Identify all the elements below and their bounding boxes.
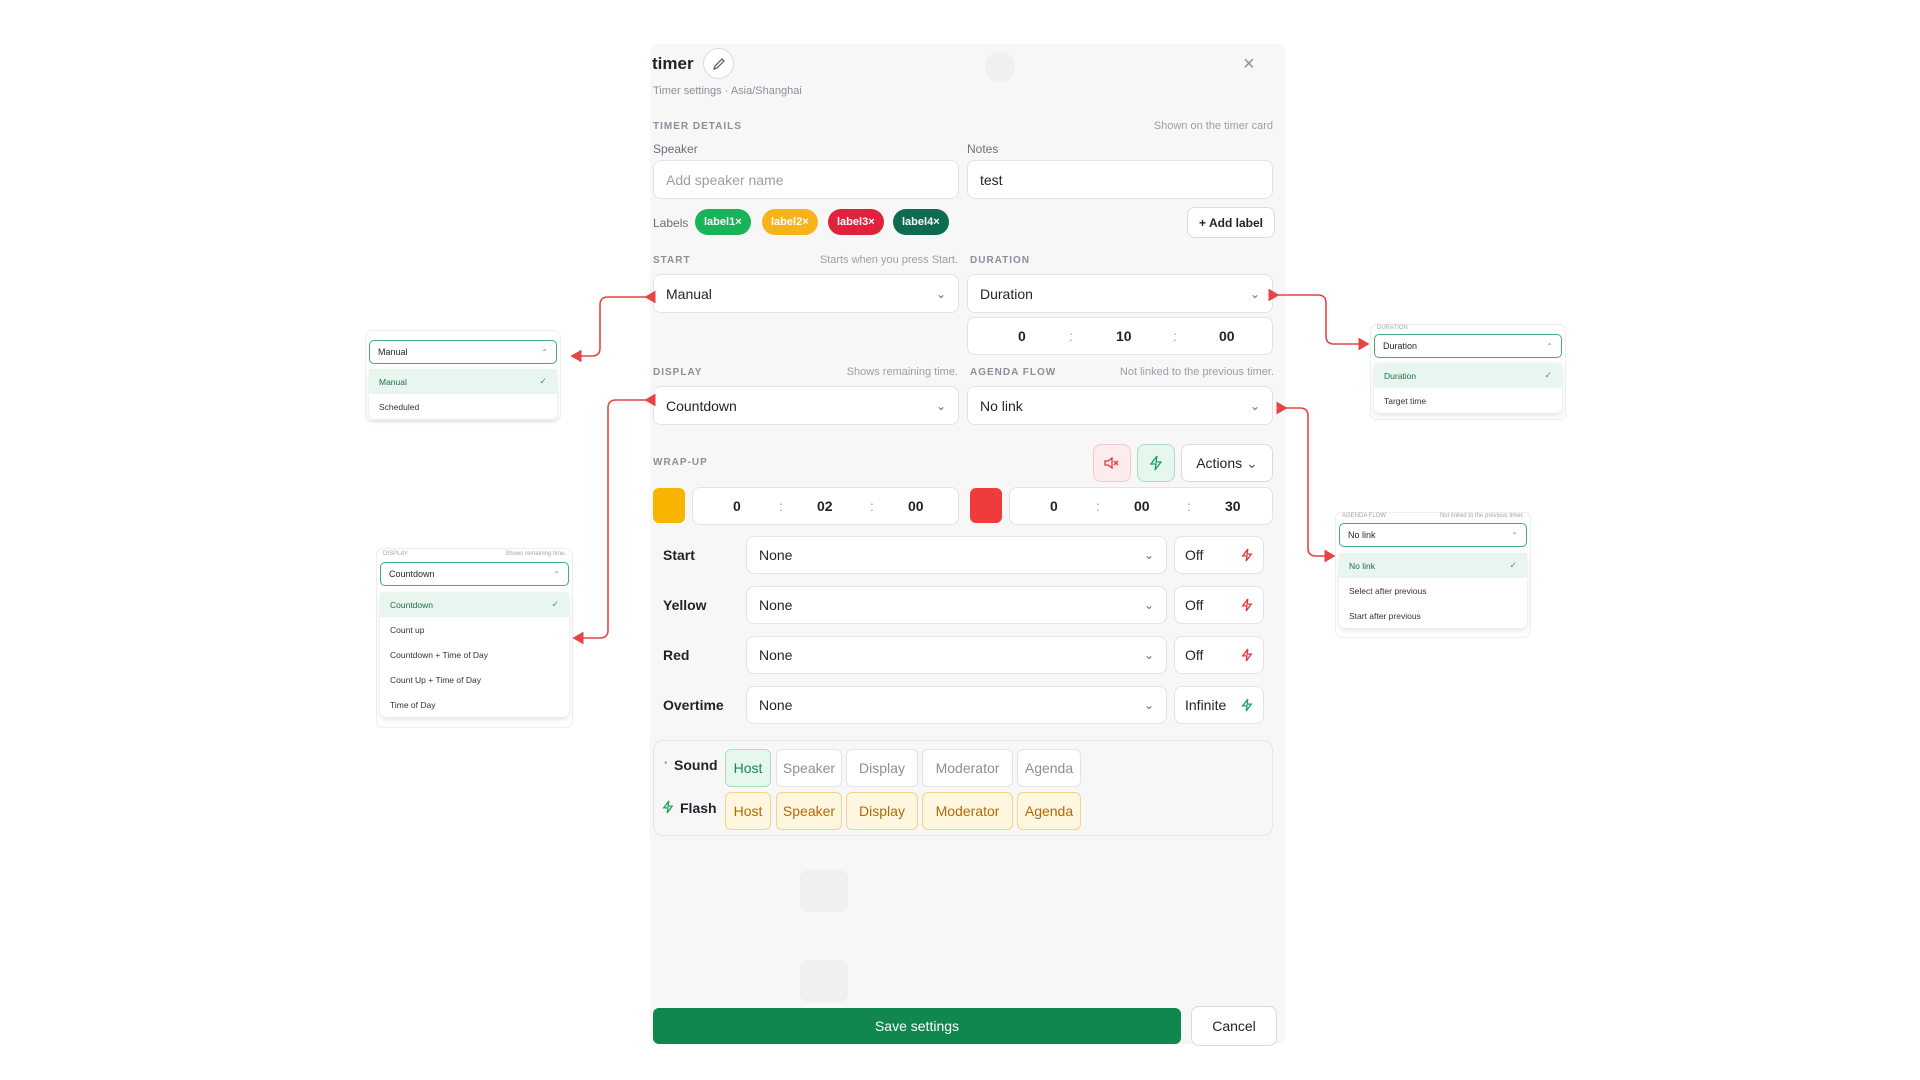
display-arrow bbox=[572, 393, 656, 645]
duration-arrow bbox=[1268, 288, 1370, 351]
connector-arrows bbox=[570, 288, 1370, 645]
start-arrow bbox=[570, 290, 656, 363]
agenda-arrow bbox=[1276, 401, 1336, 563]
